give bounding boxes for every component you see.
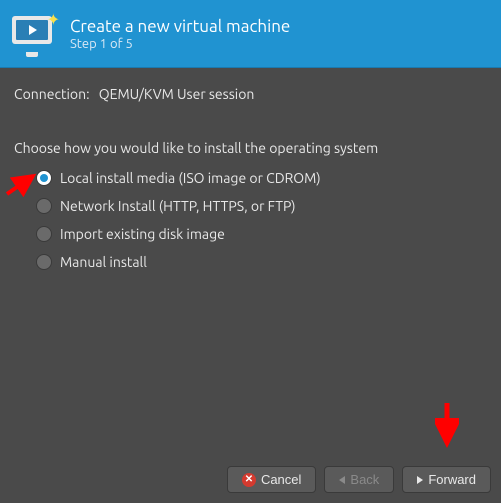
cancel-button[interactable]: ✕ Cancel (227, 466, 316, 493)
connection-value: QEMU/KVM User session (99, 86, 255, 102)
wizard-header: ✦ Create a new virtual machine Step 1 of… (0, 0, 501, 68)
forward-button[interactable]: Forward (402, 466, 491, 493)
back-button[interactable]: Back (324, 466, 394, 493)
wizard-title: Create a new virtual machine (70, 17, 290, 36)
radio-label: Local install media (ISO image or CDROM) (60, 170, 321, 186)
new-vm-icon: ✦ (12, 16, 56, 52)
close-icon: ✕ (242, 473, 256, 487)
back-label: Back (350, 472, 379, 487)
radio-local-install-media[interactable]: Local install media (ISO image or CDROM) (36, 170, 487, 186)
annotation-arrow-forward (435, 401, 459, 451)
radio-icon (36, 226, 52, 242)
radio-network-install[interactable]: Network Install (HTTP, HTTPS, or FTP) (36, 198, 487, 214)
cancel-label: Cancel (261, 472, 301, 487)
radio-icon (36, 254, 52, 270)
radio-icon (36, 198, 52, 214)
radio-label: Import existing disk image (60, 226, 225, 242)
back-arrow-icon (339, 476, 345, 484)
install-prompt: Choose how you would like to install the… (14, 140, 487, 156)
install-method-radio-group: Local install media (ISO image or CDROM)… (14, 170, 487, 270)
wizard-content: Connection: QEMU/KVM User session Choose… (0, 68, 501, 300)
forward-arrow-icon (417, 476, 423, 484)
radio-label: Network Install (HTTP, HTTPS, or FTP) (60, 198, 296, 214)
radio-import-disk-image[interactable]: Import existing disk image (36, 226, 487, 242)
wizard-step-indicator: Step 1 of 5 (70, 37, 290, 51)
radio-icon (36, 170, 52, 186)
radio-label: Manual install (60, 254, 147, 270)
radio-manual-install[interactable]: Manual install (36, 254, 487, 270)
forward-label: Forward (428, 472, 476, 487)
wizard-button-bar: ✕ Cancel Back Forward (227, 466, 491, 493)
connection-row: Connection: QEMU/KVM User session (14, 86, 487, 102)
connection-label: Connection: (14, 86, 90, 102)
